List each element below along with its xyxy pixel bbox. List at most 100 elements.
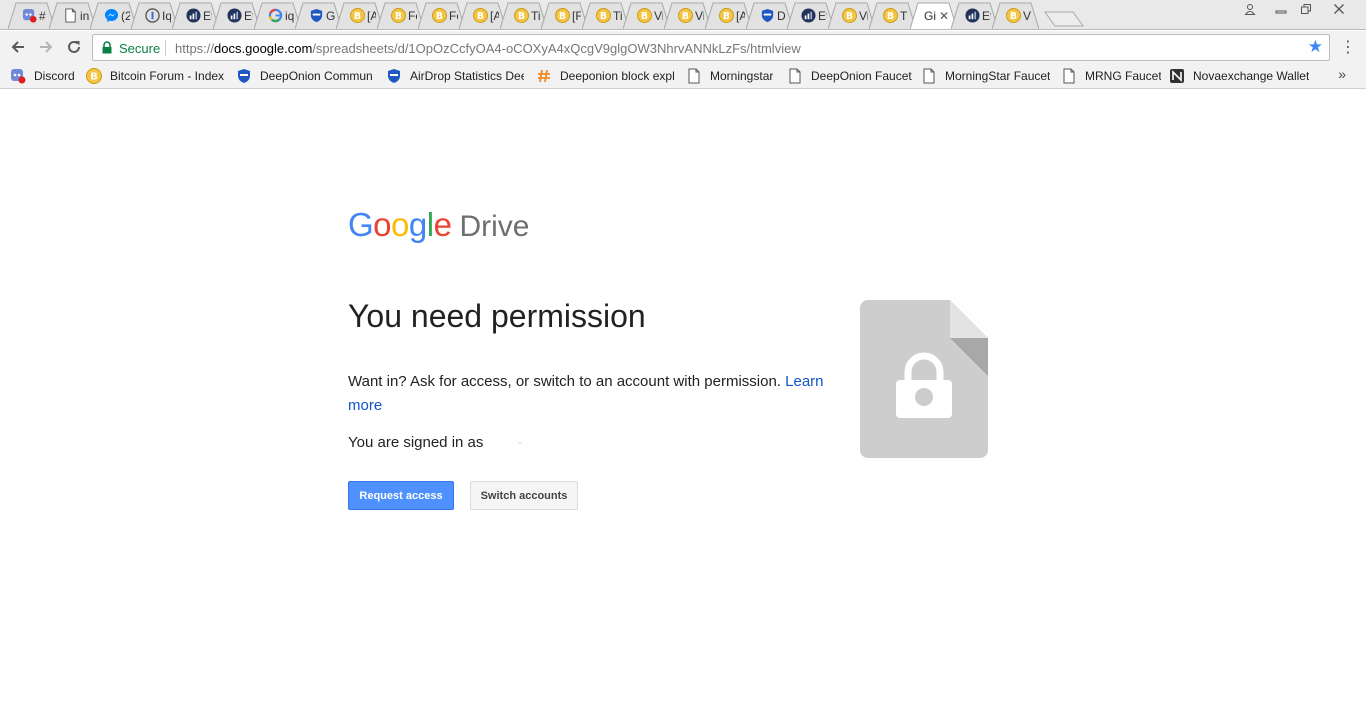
tab-close-icon[interactable]: ✕ <box>939 9 949 23</box>
restore-button[interactable] <box>1293 0 1319 18</box>
bitcoin-icon: B <box>842 8 857 23</box>
back-button[interactable] <box>8 37 28 57</box>
bookmark-label: Discord <box>34 69 75 83</box>
tab-title: [A <box>367 9 376 23</box>
bitcoin-icon: B <box>678 8 693 23</box>
tab-title: V <box>1023 9 1032 23</box>
bitcoin-icon: B <box>514 8 529 23</box>
browser-tab[interactable]: B [A <box>459 2 506 29</box>
bookmark-item[interactable]: B Bitcoin Forum - Index <box>86 67 226 85</box>
bookmark-label: MorningStar Faucet <box>945 69 1051 83</box>
browser-tab[interactable]: Et <box>213 2 260 29</box>
page-icon <box>686 68 702 84</box>
forward-button[interactable] <box>36 37 56 57</box>
svg-text:B: B <box>1010 11 1017 22</box>
browser-tab[interactable]: B [A <box>705 2 752 29</box>
browser-tab[interactable]: (2 <box>90 2 137 29</box>
request-access-button[interactable]: Request access <box>348 481 454 510</box>
bookmark-item[interactable]: AirDrop Statistics Dee <box>386 67 524 85</box>
google-drive-logo: G o o g l e Drive <box>348 206 529 244</box>
browser-tab[interactable]: B Ti <box>500 2 547 29</box>
more-vert-icon: ⋮ <box>1340 39 1356 56</box>
secure-label: Secure <box>119 41 161 56</box>
new-tab-button[interactable] <box>1043 2 1085 29</box>
bookmark-item[interactable]: Morningstar <box>686 67 778 85</box>
novaexchange-icon <box>1169 68 1185 84</box>
browser-tab[interactable]: Et <box>951 2 998 29</box>
profile-button[interactable] <box>1237 0 1263 18</box>
iq-icon <box>145 8 160 23</box>
reload-icon <box>68 40 80 53</box>
tab-title: Ti <box>531 9 540 23</box>
close-window-button[interactable] <box>1326 0 1352 18</box>
browser-tab[interactable]: B Vi <box>828 2 875 29</box>
browser-tab[interactable]: B [A <box>336 2 383 29</box>
tab-title: [F <box>572 9 581 23</box>
tab-title: G <box>326 9 335 23</box>
switch-accounts-button[interactable]: Switch accounts <box>470 481 578 510</box>
bookmark-label: Morningstar <box>710 69 774 83</box>
svg-text:B: B <box>723 11 730 22</box>
bookmarks-bar: Discord B Bitcoin Forum - Index DeepOnion C… <box>0 63 1366 89</box>
tab-title: # <box>39 9 46 23</box>
menu-button[interactable]: ⋮ <box>1340 37 1356 57</box>
bookmark-item[interactable]: MRNG Faucet <box>1061 67 1161 85</box>
bookmark-item[interactable]: DeepOnion Faucet <box>787 67 913 85</box>
browser-tab[interactable]: B Vi <box>664 2 711 29</box>
browser-tab[interactable]: D <box>746 2 793 29</box>
bookmark-item[interactable]: DeepOnion Commun <box>236 67 374 85</box>
bookmark-item[interactable]: MorningStar Faucet <box>921 67 1053 85</box>
address-bar[interactable]: Secure https://docs.google.com/spreadshe… <box>92 34 1330 61</box>
logo-letter: o <box>373 206 392 243</box>
browser-tab[interactable]: in <box>49 2 96 29</box>
tab-title: Gi <box>924 9 936 23</box>
browser-tab[interactable]: B Ti <box>582 2 629 29</box>
bookmarks-overflow-button[interactable]: » <box>1338 66 1346 82</box>
browser-tab[interactable]: iq <box>254 2 301 29</box>
reload-button[interactable] <box>64 37 84 57</box>
bookmark-star-icon[interactable]: ★ <box>1308 38 1323 56</box>
browser-tab[interactable]: Et <box>172 2 219 29</box>
signed-in-info: You are signed in as - <box>348 434 522 451</box>
browser-tab[interactable]: Et <box>787 2 834 29</box>
bookmark-item[interactable]: Deeponion block expl <box>536 67 676 85</box>
bitcoin-icon: B <box>391 8 406 23</box>
bitcoin-icon: B <box>637 8 652 23</box>
bitcoin-icon: B <box>432 8 447 23</box>
svg-text:B: B <box>354 11 361 22</box>
tab-title: [A <box>490 9 499 23</box>
browser-tab[interactable]: BV <box>992 2 1039 29</box>
bookmark-item[interactable]: Discord <box>10 67 80 85</box>
bitcoin-icon: B <box>555 8 570 23</box>
browser-tab[interactable]: B Fe <box>418 2 465 29</box>
browser-tab[interactable]: G <box>295 2 342 29</box>
browser-tab[interactable]: BT <box>869 2 916 29</box>
bookmark-item[interactable]: Novaexchange Wallet <box>1169 67 1309 85</box>
tab-strip: #in(2IqEtEtiqGB[ABFeBFeB[ABTiB[FBTiBViBV… <box>0 0 1366 30</box>
browser-tab[interactable]: B Vi <box>623 2 670 29</box>
shield-icon <box>760 8 775 23</box>
tab-title: in <box>80 9 89 23</box>
logo-letter: g <box>408 206 427 243</box>
tab-list: #in(2IqEtEtiqGB[ABFeBFeB[ABTiB[FBTiBViBV… <box>8 2 1085 30</box>
tab-title: Et <box>203 9 212 23</box>
tab-title: Et <box>244 9 253 23</box>
browser-tab[interactable]: # <box>8 2 55 29</box>
browser-tab-active[interactable]: Gi ✕ <box>910 2 957 29</box>
url-scheme: https:// <box>175 41 215 56</box>
browser-tab[interactable]: Iq <box>131 2 178 29</box>
browser-tab[interactable]: B [F <box>541 2 588 29</box>
permission-description: Want in? Ask for access, or switch to an… <box>348 370 828 418</box>
close-icon <box>1334 4 1344 14</box>
discord-icon <box>10 68 26 84</box>
tab-title: [A <box>736 9 745 23</box>
tab-title: Ti <box>613 9 622 23</box>
minimize-button[interactable] <box>1268 0 1294 18</box>
etherscan-icon <box>227 8 242 23</box>
bitcoin-icon: B <box>883 8 898 23</box>
page-icon <box>63 8 78 23</box>
google-icon <box>268 8 283 23</box>
logo-letter: o <box>391 206 409 243</box>
tab-title: Fe <box>449 9 458 23</box>
browser-tab[interactable]: B Fe <box>377 2 424 29</box>
